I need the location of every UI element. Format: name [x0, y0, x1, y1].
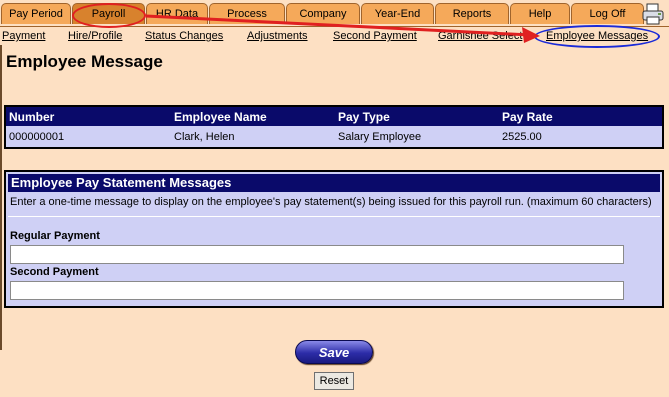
messages-instruction: Enter a one-time message to display on t… [10, 196, 652, 208]
cell-employee-name: Clark, Helen [174, 131, 235, 143]
pay-statement-messages-panel: Employee Pay Statement Messages Enter a … [4, 170, 664, 308]
header-employee-name: Employee Name [174, 110, 267, 124]
messages-divider [8, 216, 660, 217]
header-number: Number [9, 110, 55, 124]
subnav-garnishee-select[interactable]: Garnishee Select [438, 30, 522, 42]
tab-log-off[interactable]: Log Off [571, 3, 644, 24]
employee-info-table: Number Employee Name Pay Type Pay Rate 0… [4, 105, 664, 149]
printer-icon[interactable] [640, 2, 666, 26]
subnav-second-payment[interactable]: Second Payment [333, 30, 417, 42]
regular-payment-input[interactable] [10, 245, 624, 264]
save-button[interactable]: Save [295, 340, 373, 364]
tab-hr-data[interactable]: HR Data [146, 3, 208, 24]
annotation-blue-oval [534, 25, 660, 48]
tab-company[interactable]: Company [286, 3, 360, 24]
tab-help[interactable]: Help [510, 3, 570, 24]
tab-pay-period[interactable]: Pay Period [1, 3, 71, 24]
table-row: 000000001 Clark, Helen Salary Employee 2… [6, 128, 662, 147]
subnav-adjustments[interactable]: Adjustments [247, 30, 308, 42]
second-payment-label: Second Payment [10, 266, 99, 278]
subnav-payment[interactable]: Payment [2, 30, 45, 42]
regular-payment-label: Regular Payment [10, 230, 100, 242]
left-border-rule [0, 45, 2, 350]
header-pay-type: Pay Type [338, 110, 390, 124]
cell-pay-type: Salary Employee [338, 131, 422, 143]
annotation-red-oval [72, 3, 146, 28]
page-title: Employee Message [6, 52, 163, 71]
cell-pay-rate: 2525.00 [502, 131, 542, 143]
tab-year-end[interactable]: Year-End [361, 3, 434, 24]
reset-button[interactable]: Reset [314, 372, 354, 390]
header-pay-rate: Pay Rate [502, 110, 553, 124]
tab-reports[interactable]: Reports [435, 3, 509, 24]
messages-panel-title: Employee Pay Statement Messages [8, 174, 660, 192]
employee-table-header: Number Employee Name Pay Type Pay Rate [6, 107, 662, 126]
subnav-hire-profile[interactable]: Hire/Profile [68, 30, 122, 42]
second-payment-input[interactable] [10, 281, 624, 300]
cell-number: 000000001 [9, 131, 65, 143]
tab-process[interactable]: Process [209, 3, 285, 24]
subnav-status-changes[interactable]: Status Changes [145, 30, 223, 42]
